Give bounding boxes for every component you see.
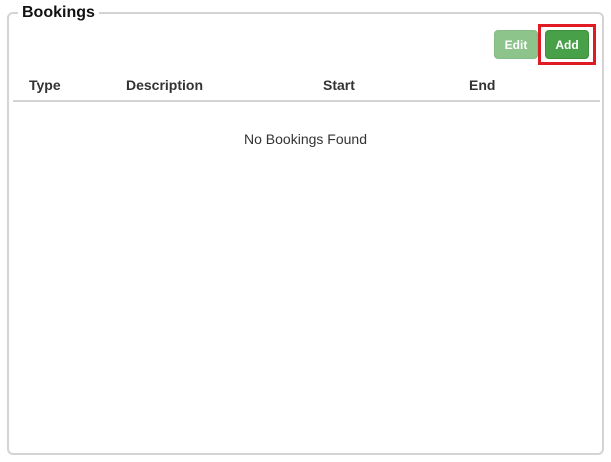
- column-header-description[interactable]: Description: [126, 77, 203, 93]
- table-header: Type Description Start End: [13, 72, 600, 102]
- column-header-end[interactable]: End: [469, 77, 495, 93]
- bookings-panel: Bookings Edit Add Type Description Start…: [7, 4, 604, 455]
- add-button[interactable]: Add: [545, 30, 589, 59]
- column-header-type[interactable]: Type: [29, 77, 61, 93]
- panel-title: Bookings: [18, 4, 99, 22]
- empty-table-message: No Bookings Found: [244, 131, 367, 147]
- edit-button[interactable]: Edit: [494, 30, 538, 59]
- column-header-start[interactable]: Start: [323, 77, 355, 93]
